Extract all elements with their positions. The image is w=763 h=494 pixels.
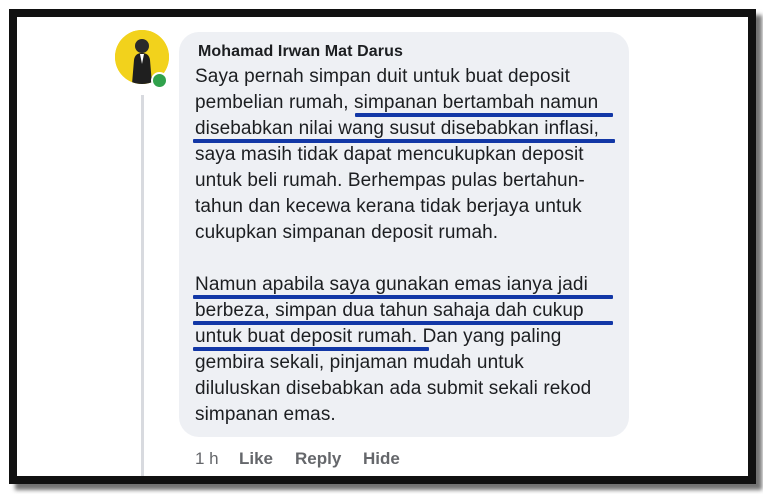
comment-text-line: gembira sekali, pinjaman mudah untuk: [195, 352, 524, 373]
highlight-underline: [193, 295, 613, 299]
comment-text-line: cukupkan simpanan deposit rumah.: [195, 222, 499, 243]
comment-text-line: untuk buat deposit rumah. Dan yang palin…: [195, 326, 562, 347]
comment-author[interactable]: Mohamad Irwan Mat Darus: [198, 43, 403, 61]
comment-text-line: saya masih tidak dapat mencukupkan depos…: [195, 144, 584, 165]
comment-timestamp[interactable]: 1 h: [195, 449, 219, 469]
like-button[interactable]: Like: [239, 449, 273, 469]
online-status-icon: [151, 72, 168, 89]
comment-text-line: Saya pernah simpan duit untuk buat depos…: [195, 66, 570, 87]
comment-text-line: Namun apabila saya gunakan emas ianya ja…: [195, 274, 588, 295]
hide-button[interactable]: Hide: [363, 449, 400, 469]
comment-text-line: disebabkan nilai wang susut disebabkan i…: [195, 118, 599, 139]
highlight-underline: [193, 321, 613, 325]
reply-button[interactable]: Reply: [295, 449, 341, 469]
comment-text-line: diluluskan disebabkan ada submit sekali …: [195, 378, 592, 399]
comment-text-line: pembelian rumah, simpanan bertambah namu…: [195, 92, 599, 113]
highlight-underline: [355, 113, 613, 117]
thread-line: [141, 95, 144, 476]
comment-text-line: berbeza, simpan dua tahun sahaja dah cuk…: [195, 300, 584, 321]
screenshot-frame: Mohamad Irwan Mat Darus Saya pernah simp…: [9, 9, 756, 484]
comment-text-line: tahun dan kecewa kerana tidak berjaya un…: [195, 196, 582, 217]
comment-text-line: untuk beli rumah. Berhempas pulas bertah…: [195, 170, 585, 191]
highlight-underline: [193, 139, 615, 143]
highlight-underline: [193, 347, 429, 351]
comment-text-line: simpanan emas.: [195, 404, 336, 425]
